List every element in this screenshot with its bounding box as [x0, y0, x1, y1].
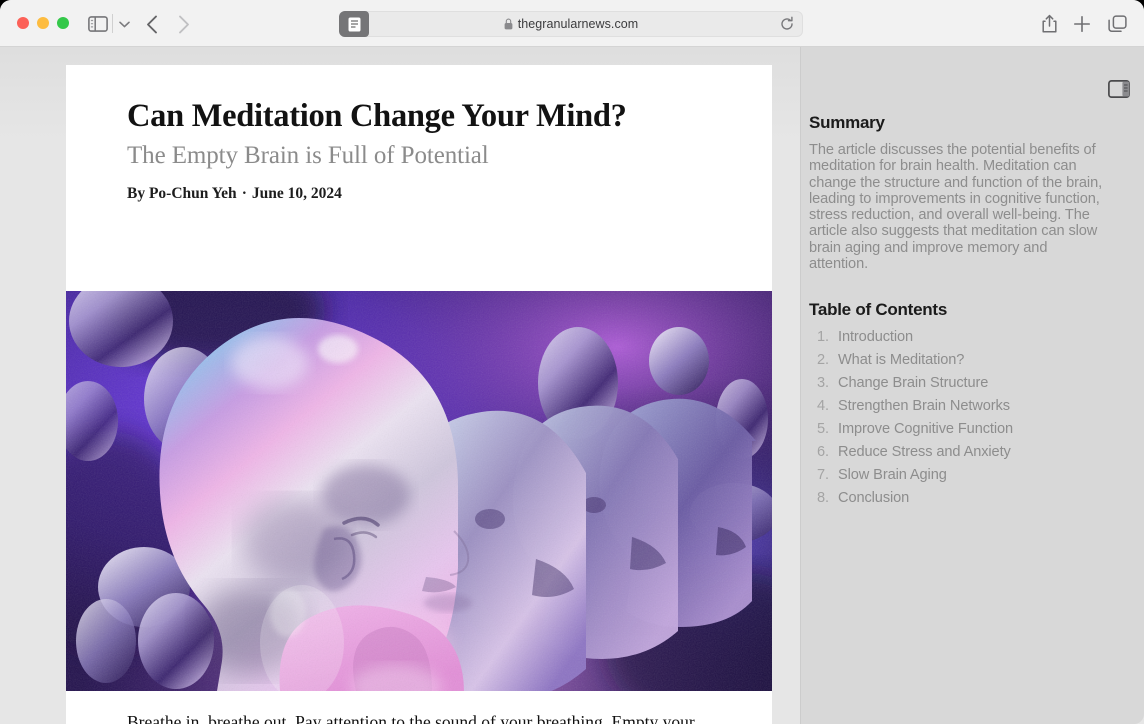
toc-item[interactable]: 6. Reduce Stress and Anxiety: [809, 444, 1129, 467]
chevron-left-icon: [147, 15, 157, 33]
sidebar-right-icon: [1108, 80, 1130, 98]
back-button[interactable]: [141, 12, 163, 36]
article-subtitle: The Empty Brain is Full of Potential: [127, 142, 489, 170]
toc-item-label: Strengthen Brain Networks: [838, 398, 1010, 415]
toc-list: 1. Introduction 2. What is Meditation? 3. Cha…: [809, 329, 1129, 513]
browser-toolbar: thegranularnews.com: [0, 0, 1144, 47]
sidebar-content: Summary The article discusses the potent…: [809, 113, 1129, 513]
reload-icon: [781, 16, 793, 30]
toc-item-number: 8.: [817, 490, 829, 507]
article-title: Can Meditation Change Your Mind?: [127, 98, 627, 134]
toc-item[interactable]: 1. Introduction: [809, 329, 1129, 352]
toc-item-label: Change Brain Structure: [838, 375, 989, 392]
reader-icon: [348, 17, 360, 31]
reader-sidebar: Summary The article discusses the potent…: [800, 47, 1144, 724]
toc-item[interactable]: 7. Slow Brain Aging: [809, 467, 1129, 490]
toc-item-number: 5.: [817, 421, 829, 438]
plus-icon: [1073, 15, 1091, 33]
browser-window: thegranularnews.com Can Meditation Chang…: [0, 0, 1144, 724]
url-text-group: thegranularnews.com: [504, 17, 638, 31]
toc-item-number: 3.: [817, 375, 829, 392]
hero-artwork: [66, 291, 772, 691]
url-field[interactable]: thegranularnews.com: [339, 11, 803, 37]
minimize-window-button[interactable]: [37, 17, 49, 29]
toc-item-number: 4.: [817, 398, 829, 415]
byline-separator: ·: [241, 185, 247, 203]
toc-item-label: Reduce Stress and Anxiety: [838, 444, 1011, 461]
maximize-window-button[interactable]: [57, 17, 69, 29]
tab-overview-button[interactable]: [1104, 11, 1130, 37]
toc-item[interactable]: 5. Improve Cognitive Function: [809, 421, 1129, 444]
toc-item-number: 7.: [817, 467, 829, 484]
toc-item-label: Conclusion: [838, 490, 910, 507]
content-area: Can Meditation Change Your Mind? The Emp…: [0, 47, 1144, 724]
summary-heading: Summary: [809, 113, 885, 132]
article-hero-image: [66, 291, 772, 691]
chevron-right-icon: [179, 15, 189, 33]
toc-item-label: Slow Brain Aging: [838, 467, 947, 484]
article-reader-card: Can Meditation Change Your Mind? The Emp…: [66, 65, 772, 724]
share-button[interactable]: [1036, 11, 1062, 37]
tab-overview-icon: [1107, 15, 1127, 32]
article-body: Breathe in, breathe out. Pay attention t…: [127, 712, 695, 724]
toc-item-number: 1.: [817, 329, 829, 346]
toc-item[interactable]: 3. Change Brain Structure: [809, 375, 1129, 398]
toc-item-number: 2.: [817, 352, 829, 369]
toc-item-label: What is Meditation?: [838, 352, 965, 369]
address-bar[interactable]: thegranularnews.com: [339, 11, 803, 37]
reload-button[interactable]: [779, 16, 795, 32]
chevron-down-icon: [118, 21, 130, 27]
sidebar-icon: [88, 15, 108, 32]
forward-button[interactable]: [173, 12, 195, 36]
summary-text: The article discusses the potential bene…: [809, 142, 1103, 272]
toc-item-label: Introduction: [838, 329, 914, 346]
toc-item[interactable]: 4. Strengthen Brain Networks: [809, 398, 1129, 421]
show-sidebar-button[interactable]: [86, 13, 110, 34]
url-text: thegranularnews.com: [517, 17, 639, 31]
article-header: Can Meditation Change Your Mind? The Emp…: [66, 65, 772, 203]
sidebar-dropdown-button[interactable]: [114, 14, 134, 34]
close-window-button[interactable]: [17, 17, 29, 29]
toc-heading: Table of Contents: [809, 300, 948, 320]
toc-item-number: 6.: [817, 444, 829, 461]
window-controls: [17, 17, 69, 29]
new-tab-button[interactable]: [1069, 11, 1095, 37]
hide-sidebar-button[interactable]: [1106, 78, 1132, 100]
toc-item-label: Improve Cognitive Function: [838, 421, 1014, 438]
lock-icon: [504, 18, 513, 30]
byline-date: June 10, 2024: [251, 185, 342, 203]
article-byline: By Po-Chun Yeh · June 10, 2024: [127, 185, 772, 203]
reader-mode-button[interactable]: [339, 11, 369, 37]
share-icon: [1041, 14, 1057, 33]
toc-item[interactable]: 8. Conclusion: [809, 490, 1129, 513]
toolbar-divider: [112, 14, 113, 33]
byline-author: By Po-Chun Yeh: [127, 185, 237, 203]
toc-item[interactable]: 2. What is Meditation?: [809, 352, 1129, 375]
